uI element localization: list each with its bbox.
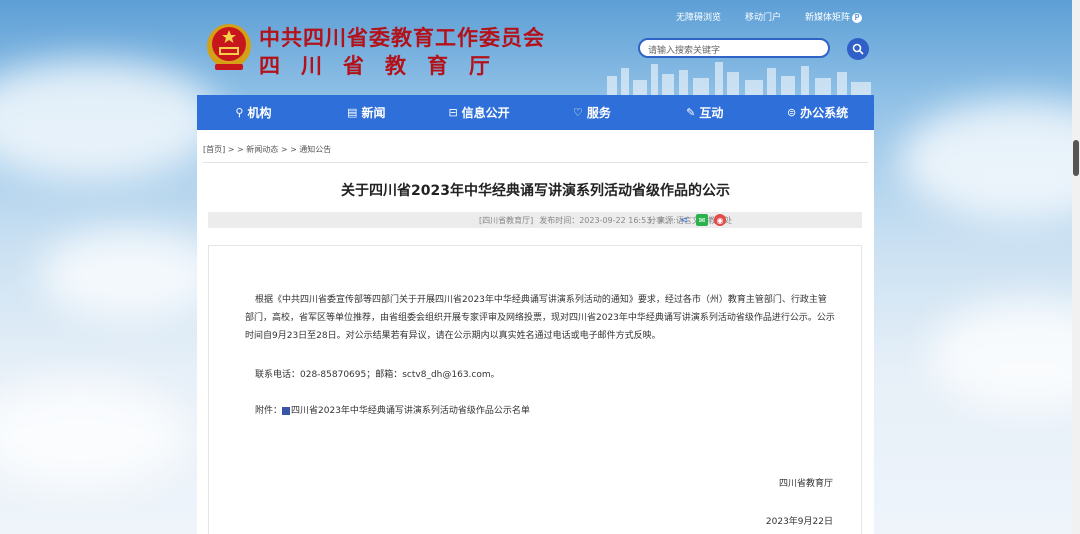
share-label: 分享：	[648, 215, 672, 225]
contact-info: 联系电话：028-85870695；邮箱：sctv8_dh@163.com。	[255, 370, 500, 380]
site-header: 中共四川省委教育工作委员会 四川省教育厅 无障碍浏览 移动门户 新媒体矩阵 P 请…	[197, 0, 874, 95]
signature: 四川省教育厅	[778, 479, 833, 489]
nav-item-org[interactable]: ⚲ 机构	[197, 95, 310, 130]
weibo-icon[interactable]: ◉	[714, 214, 726, 226]
nav-item-service[interactable]: ♡ 服务	[535, 95, 648, 130]
share-icon[interactable]: ⋖	[678, 214, 690, 226]
publish-time: 发布时间：2023-09-22 16:53	[539, 215, 652, 225]
nav-item-news[interactable]: ▤ 新闻	[310, 95, 423, 130]
top-links: 无障碍浏览 移动门户 新媒体矩阵 P	[676, 10, 862, 23]
city-skyline-decoration	[607, 62, 871, 95]
main-nav: ⚲ 机构 ▤ 新闻 ⊟ 信息公开 ♡ 服务 ✎ 互动 ⊜ 办公系统	[197, 95, 874, 130]
main-content: [首页] > > 新闻动态 > > 通知公告 关于四川省2023年中华经典诵写讲…	[197, 130, 874, 534]
news-icon: ▤	[347, 106, 358, 119]
body-paragraph: 根据《中共四川省委宣传部等四部门关于开展四川省2023年中华经典诵写讲演系列活动…	[245, 295, 835, 341]
org-name: 中共四川省委教育工作委员会	[259, 26, 545, 50]
org-icon: ⚲	[235, 106, 244, 119]
office-icon: ⊜	[786, 106, 797, 119]
divider	[203, 162, 868, 163]
search-icon	[852, 43, 864, 55]
nav-item-office[interactable]: ⊜ 办公系统	[761, 95, 874, 130]
nav-item-interact[interactable]: ✎ 互动	[648, 95, 761, 130]
search-button[interactable]	[847, 38, 869, 60]
nav-item-info[interactable]: ⊟ 信息公开	[423, 95, 536, 130]
article-source: [四川省教育厅]	[478, 215, 534, 225]
share-bar: 分享： ⋖ ✉ ◉	[648, 212, 726, 228]
attachment-file-icon	[282, 406, 291, 415]
publish-date: 2023年9月22日	[765, 517, 833, 527]
attachment-link[interactable]: 四川省2023年中华经典诵写讲演系列活动省级作品公示名单	[291, 406, 530, 416]
dept-name: 四川省教育厅	[259, 54, 511, 78]
breadcrumb[interactable]: [首页] > > 新闻动态 > > 通知公告	[203, 144, 331, 155]
article-title: 关于四川省2023年中华经典诵写讲演系列活动省级作品的公示	[341, 183, 730, 199]
search-input[interactable]: 请输入搜索关键字	[638, 38, 830, 58]
attachment-line: 附件： 四川省2023年中华经典诵写讲演系列活动省级作品公示名单	[255, 406, 530, 416]
wechat-icon[interactable]: ✉	[696, 214, 708, 226]
article-body: 根据《中共四川省委宣传部等四部门关于开展四川省2023年中华经典诵写讲演系列活动…	[208, 245, 862, 534]
accessibility-link[interactable]: 无障碍浏览	[676, 10, 721, 23]
new-media-link[interactable]: 新媒体矩阵 P	[805, 10, 862, 23]
info-icon: ⊟	[448, 106, 458, 119]
service-icon: ♡	[572, 106, 583, 119]
mobile-portal-link[interactable]: 移动门户	[745, 10, 781, 23]
interact-icon: ✎	[686, 106, 696, 119]
page-scrollbar[interactable]	[1072, 0, 1080, 534]
new-media-icon: P	[852, 12, 862, 23]
national-emblem-icon	[207, 24, 251, 70]
article-meta: [四川省教育厅] 发布时间：2023-09-22 16:53 来源:语言文字教材…	[208, 212, 862, 228]
scrollbar-thumb[interactable]	[1073, 140, 1079, 176]
